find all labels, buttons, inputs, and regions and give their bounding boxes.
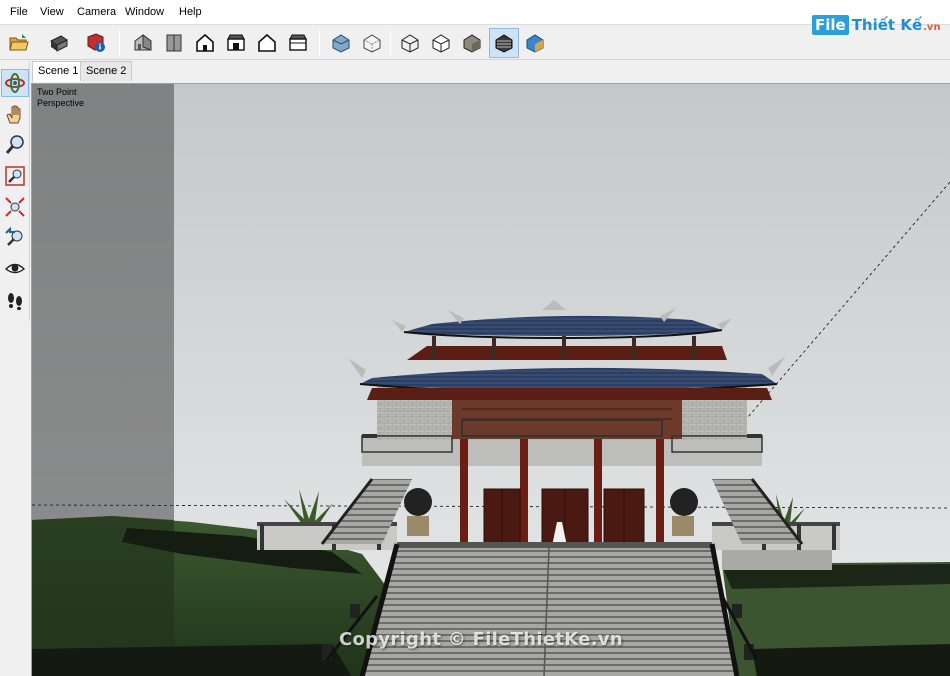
zoom-icon[interactable]: [1, 131, 29, 159]
camera-mode-label: Two Point Perspective: [37, 87, 84, 109]
left-panel-background: [0, 321, 30, 676]
open-icon[interactable]: [4, 28, 34, 58]
orbit-icon[interactable]: [1, 69, 29, 97]
menu-bar: File View Camera Window Help: [0, 0, 950, 25]
model-info-icon[interactable]: [81, 28, 111, 58]
copyright-watermark: Copyright © FileThietKe.vn: [339, 629, 624, 650]
camera-mode-line-1: Two Point: [37, 87, 77, 97]
menu-camera[interactable]: Camera: [77, 6, 116, 18]
temple-model-render: [32, 84, 950, 676]
back-edges-style-icon[interactable]: [357, 28, 387, 58]
look-around-icon[interactable]: [1, 255, 29, 283]
shaded-textures-style-icon[interactable]: [489, 28, 519, 58]
right-view-icon[interactable]: [221, 28, 251, 58]
iso-view-icon[interactable]: [128, 28, 158, 58]
menu-help[interactable]: Help: [179, 6, 202, 18]
top-view-icon[interactable]: [159, 28, 189, 58]
shaded-style-icon[interactable]: [457, 28, 487, 58]
scene-tabs: Scene 1 Scene 2: [30, 61, 950, 82]
hidden-line-style-icon[interactable]: [426, 28, 456, 58]
logo-text: Thiết Kế: [851, 16, 923, 34]
wireframe-style-icon[interactable]: [395, 28, 425, 58]
camera-mode-line-2: Perspective: [37, 98, 85, 108]
monochrome-style-icon[interactable]: [520, 28, 550, 58]
logo-suffix: .vn: [923, 21, 941, 33]
zoom-window-icon[interactable]: [1, 162, 29, 190]
menu-window[interactable]: Window: [125, 6, 164, 18]
previous-view-icon[interactable]: [1, 224, 29, 252]
pan-icon[interactable]: [1, 100, 29, 128]
main-toolbar: [0, 26, 950, 60]
left-view-icon[interactable]: [283, 28, 313, 58]
tab-scene-2[interactable]: Scene 2: [80, 61, 133, 81]
zoom-extents-icon[interactable]: [1, 193, 29, 221]
front-view-icon[interactable]: [190, 28, 220, 58]
tab-scene-1[interactable]: Scene 1: [32, 61, 85, 82]
walk-icon[interactable]: [1, 286, 29, 314]
xray-style-icon[interactable]: [326, 28, 356, 58]
site-logo: File Thiết Kế .vn: [812, 12, 941, 38]
logo-box-text: File: [812, 15, 849, 35]
print-icon[interactable]: [43, 28, 73, 58]
menu-view[interactable]: View: [40, 6, 64, 18]
back-view-icon[interactable]: [252, 28, 282, 58]
camera-toolbar: [0, 61, 30, 321]
menu-file[interactable]: File: [10, 6, 28, 18]
model-viewport[interactable]: Two Point Perspective Copyright © FileTh…: [31, 83, 950, 676]
